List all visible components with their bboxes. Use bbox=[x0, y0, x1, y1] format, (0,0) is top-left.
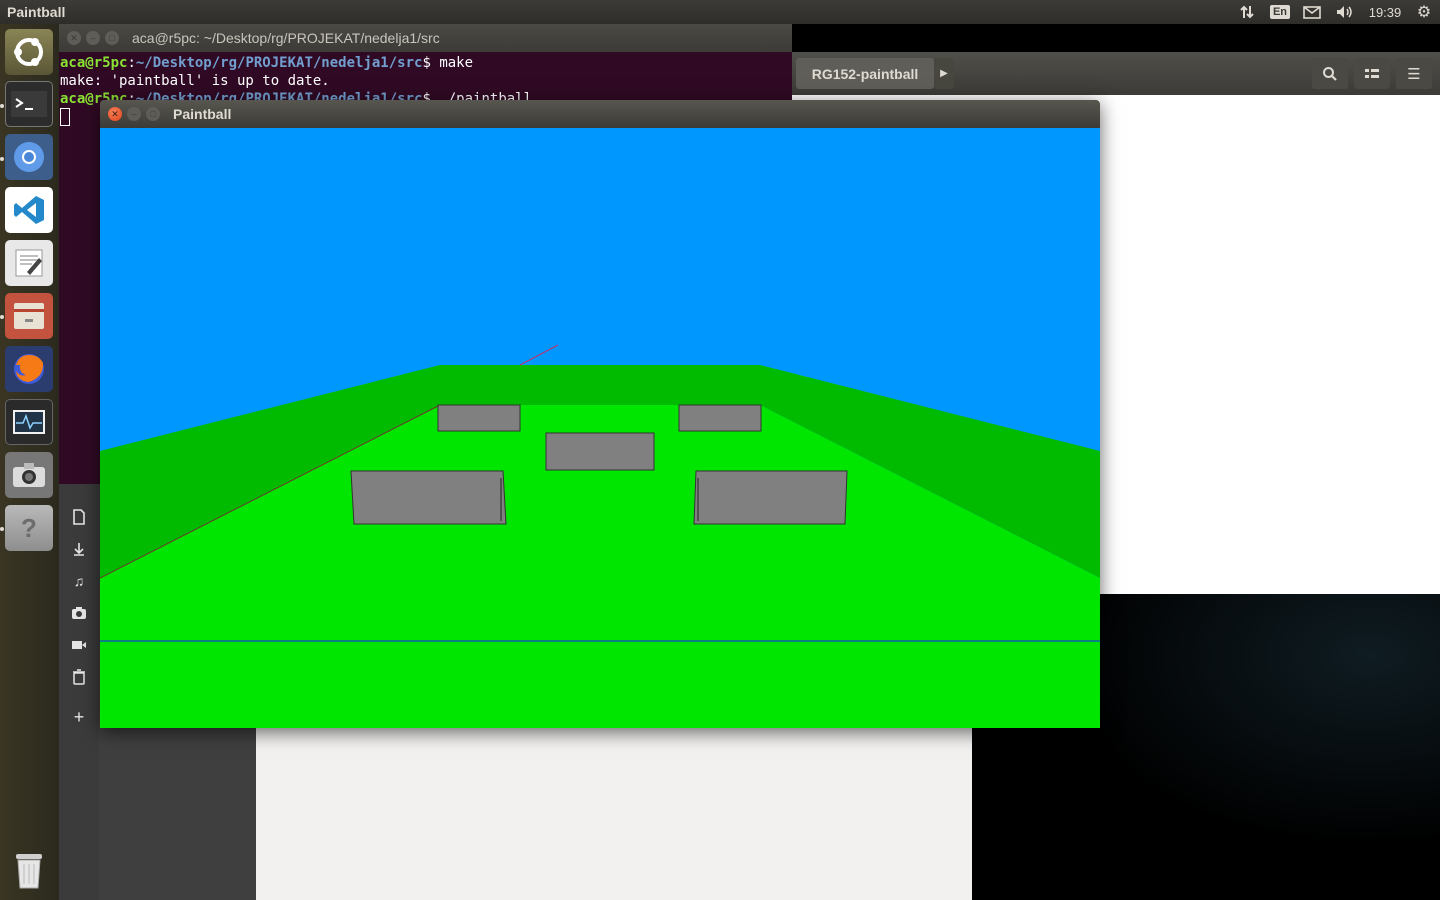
path-forward-arrow-icon[interactable]: ▶ bbox=[934, 58, 954, 89]
help-icon[interactable]: ? bbox=[5, 505, 53, 551]
terminal-line-1: aca@r5pc:~/Desktop/rg/PROJEKAT/nedelja1/… bbox=[60, 55, 474, 71]
view-toggle-icon[interactable] bbox=[1354, 58, 1390, 89]
paintball-window[interactable]: ✕ – □ Paintball bbox=[100, 100, 1100, 728]
files-header-bar: RG152-paintball ▶ ☰ bbox=[792, 52, 1440, 95]
launcher: ? bbox=[0, 24, 59, 900]
terminal-line-2: make: 'paintball' is up to date. bbox=[60, 73, 330, 89]
camera-icon[interactable] bbox=[5, 452, 53, 498]
clock[interactable]: 19:39 bbox=[1364, 3, 1406, 21]
video-icon[interactable] bbox=[69, 635, 89, 655]
vscode-icon[interactable] bbox=[5, 187, 53, 233]
obstacle-back-left bbox=[437, 404, 521, 432]
keyboard-layout-label: En bbox=[1269, 5, 1291, 19]
obstacle-center bbox=[545, 432, 655, 471]
terminal-icon[interactable] bbox=[5, 81, 53, 127]
network-updown-icon[interactable] bbox=[1237, 3, 1257, 21]
obstacle-front-left bbox=[350, 470, 507, 525]
active-app-title: Paintball bbox=[7, 4, 66, 20]
terminal-close-icon[interactable]: ✕ bbox=[67, 31, 81, 45]
document-icon[interactable] bbox=[69, 507, 89, 527]
running-indicator bbox=[0, 315, 4, 319]
mail-icon[interactable] bbox=[1300, 3, 1324, 21]
file-cabinet-icon[interactable] bbox=[5, 293, 53, 339]
obstacle-back-right bbox=[678, 404, 762, 432]
keyboard-layout-indicator[interactable]: En bbox=[1269, 3, 1291, 21]
paintball-title: Paintball bbox=[173, 106, 232, 122]
top-panel: Paintball En 19:39 ⚙ bbox=[0, 0, 1440, 24]
prompt-user: aca@r5pc bbox=[60, 55, 128, 71]
back-wall bbox=[440, 365, 760, 405]
terminal-title: aca@r5pc: ~/Desktop/rg/PROJEKAT/nedelja1… bbox=[132, 30, 440, 46]
paintball-maximize-icon[interactable]: □ bbox=[146, 107, 160, 121]
system-gear-icon[interactable]: ⚙ bbox=[1413, 3, 1435, 21]
music-icon[interactable]: ♫ bbox=[69, 571, 89, 591]
ubuntu-logo-icon[interactable] bbox=[5, 29, 53, 75]
running-indicator bbox=[0, 527, 4, 531]
prompt-path: ~/Desktop/rg/PROJEKAT/nedelja1/src bbox=[135, 55, 423, 71]
terminal-minimize-icon[interactable]: – bbox=[86, 31, 100, 45]
obstacle-front-right bbox=[693, 470, 848, 525]
paintball-3d-scene[interactable] bbox=[100, 128, 1100, 728]
terminal-command-1: make bbox=[439, 55, 474, 71]
search-icon[interactable] bbox=[1312, 58, 1348, 89]
camera-icon[interactable] bbox=[69, 603, 89, 623]
text-editor-icon[interactable] bbox=[5, 240, 53, 286]
path-bar-button[interactable]: RG152-paintball bbox=[796, 58, 934, 89]
trash-icon[interactable] bbox=[69, 667, 89, 687]
terminal-titlebar[interactable]: ✕ – □ aca@r5pc: ~/Desktop/rg/PROJEKAT/ne… bbox=[59, 24, 792, 52]
menu-icon[interactable]: ☰ bbox=[1396, 58, 1432, 89]
firefox-icon[interactable] bbox=[5, 346, 53, 392]
volume-icon[interactable] bbox=[1333, 3, 1357, 21]
terminal-maximize-icon[interactable]: □ bbox=[105, 31, 119, 45]
running-indicator bbox=[0, 157, 4, 161]
running-indicator bbox=[0, 104, 4, 108]
paintball-titlebar[interactable]: ✕ – □ Paintball bbox=[100, 100, 1100, 128]
chromium-icon[interactable] bbox=[5, 134, 53, 180]
paintball-close-icon[interactable]: ✕ bbox=[108, 107, 122, 121]
path-bar-label: RG152-paintball bbox=[811, 65, 919, 82]
add-icon[interactable]: + bbox=[69, 707, 89, 727]
download-icon[interactable] bbox=[69, 539, 89, 559]
trash-icon[interactable] bbox=[5, 847, 53, 893]
paintball-minimize-icon[interactable]: – bbox=[127, 107, 141, 121]
system-monitor-icon[interactable] bbox=[5, 399, 53, 445]
